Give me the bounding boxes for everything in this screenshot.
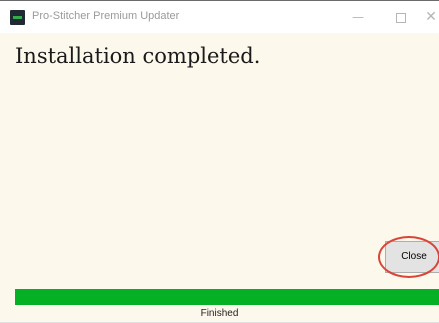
- progress-fill: [15, 289, 439, 305]
- minimize-icon[interactable]: —: [348, 7, 368, 27]
- progress-status-label: Finished: [200, 308, 239, 319]
- status-heading: Installation completed.: [15, 44, 261, 68]
- close-button[interactable]: Close: [385, 241, 439, 273]
- window-title: Pro-Stitcher Premium Updater: [32, 10, 180, 22]
- progress-bar: [15, 289, 439, 305]
- title-bar[interactable]: Pro-Stitcher Premium Updater — ✕: [0, 1, 439, 33]
- close-icon[interactable]: ✕: [421, 7, 439, 27]
- app-icon: [10, 10, 25, 25]
- maximize-icon[interactable]: [391, 7, 411, 27]
- updater-window: Pro-Stitcher Premium Updater — ✕ Install…: [0, 0, 439, 323]
